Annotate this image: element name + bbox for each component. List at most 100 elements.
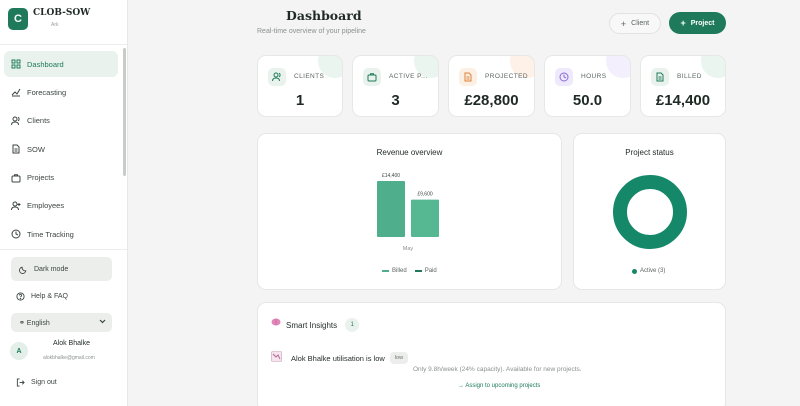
stat-card-hours[interactable]: HOURS 50.0 bbox=[544, 55, 631, 117]
help-link[interactable]: Help & FAQ bbox=[16, 292, 68, 301]
sidebar-item-label: Dashboard bbox=[27, 59, 64, 69]
insight-description: Only 9.8h/week (24% capacity). Available… bbox=[413, 366, 582, 373]
stat-label: HOURS bbox=[581, 73, 607, 80]
chevron-down-icon bbox=[99, 319, 106, 326]
sidebar-item-label: Employees bbox=[27, 201, 65, 211]
decorative-blob bbox=[606, 56, 630, 78]
stat-label: ACTIVE P... bbox=[389, 73, 428, 80]
legend-label: Paid bbox=[424, 268, 437, 274]
sidebar: C CLOB-SOW Ark Dashboard Forecasting Cli… bbox=[0, 0, 128, 406]
page-title: Dashboard bbox=[286, 8, 362, 23]
divider bbox=[0, 44, 127, 45]
stat-value: 3 bbox=[391, 92, 400, 109]
brain-icon bbox=[271, 318, 281, 328]
sidebar-scrollbar[interactable] bbox=[123, 48, 126, 176]
sidebar-item-employees[interactable]: Employees bbox=[4, 193, 118, 219]
add-client-label: Client bbox=[631, 20, 650, 27]
avatar: A bbox=[10, 342, 28, 360]
user-email: alokbhalke@gmail.com bbox=[43, 355, 95, 361]
project-status-panel: Project status Active (3) bbox=[573, 133, 726, 290]
sidebar-item-label: Forecasting bbox=[27, 87, 67, 97]
users-icon bbox=[268, 68, 286, 86]
add-project-button[interactable]: + Project bbox=[669, 12, 726, 34]
trend-icon bbox=[11, 87, 21, 97]
chart-icon bbox=[271, 349, 282, 367]
language-value: ⚭ English bbox=[19, 319, 50, 327]
stat-card-billed[interactable]: BILLED £14,400 bbox=[640, 55, 726, 117]
bar-billed[interactable] bbox=[377, 181, 405, 237]
moon-icon bbox=[19, 265, 28, 274]
brand[interactable]: C CLOB-SOW Ark bbox=[8, 8, 90, 30]
language-select[interactable]: ⚭ English bbox=[11, 313, 112, 332]
legend-swatch bbox=[414, 270, 422, 272]
sidebar-item-clients[interactable]: Clients bbox=[4, 108, 118, 134]
sidebar-item-projects[interactable]: Projects bbox=[4, 165, 118, 191]
plus-icon: + bbox=[620, 18, 627, 29]
bar-paid[interactable] bbox=[411, 199, 439, 237]
sidebar-item-sow[interactable]: SOW bbox=[4, 136, 118, 162]
brand-subtitle: Ark bbox=[51, 22, 59, 28]
sign-out-label: Sign out bbox=[31, 379, 57, 386]
stat-label: BILLED bbox=[677, 73, 702, 80]
sign-out-button[interactable]: Sign out bbox=[16, 378, 57, 387]
document-icon bbox=[651, 68, 669, 86]
sidebar-item-label: Clients bbox=[27, 116, 50, 126]
stat-value: £28,800 bbox=[464, 92, 519, 109]
sidebar-item-dashboard[interactable]: Dashboard bbox=[4, 51, 118, 77]
user-name: Alok Bhalke bbox=[53, 340, 90, 347]
data-label: £14,400 bbox=[382, 173, 400, 179]
sidebar-nav: Dashboard Forecasting Clients SOW Projec… bbox=[4, 51, 118, 250]
assign-projects-link[interactable]: → Assign to upcoming projects bbox=[458, 383, 540, 389]
stat-value: 1 bbox=[295, 92, 305, 109]
smart-insights-panel: Smart Insights 1 Alok Bhalke utilisation… bbox=[257, 302, 726, 406]
sidebar-item-time-tracking[interactable]: Time Tracking bbox=[4, 221, 118, 247]
stat-label: CLIENTS bbox=[294, 73, 325, 80]
stat-label: PROJECTED bbox=[485, 73, 528, 80]
brand-logo: C bbox=[8, 8, 28, 30]
legend-swatch bbox=[382, 270, 389, 272]
panel-title: Revenue overview bbox=[376, 148, 443, 157]
insight-tag: low bbox=[389, 352, 409, 364]
insight-title: Alok Bhalke utilisation is low bbox=[291, 353, 385, 363]
divider bbox=[0, 249, 127, 250]
chart-legend: Billed Paid bbox=[382, 268, 437, 274]
stat-card-clients[interactable]: CLIENTS 1 bbox=[257, 55, 343, 117]
legend-label: Billed bbox=[392, 268, 407, 274]
sidebar-item-label: Time Tracking bbox=[27, 229, 74, 239]
insight-item[interactable]: Alok Bhalke utilisation is low low bbox=[271, 349, 409, 367]
plus-icon: + bbox=[680, 18, 686, 28]
data-label: £9,600 bbox=[417, 192, 433, 198]
user-plus-icon bbox=[11, 201, 21, 211]
panel-title: Project status bbox=[625, 148, 674, 157]
dark-mode-toggle[interactable]: Dark mode bbox=[11, 257, 112, 281]
help-circle-icon bbox=[16, 292, 25, 301]
insights-header: Smart Insights 1 bbox=[271, 318, 360, 332]
user-profile[interactable]: A Alok Bhalke alokbhalke@gmail.com bbox=[10, 340, 95, 361]
clock-icon bbox=[11, 229, 21, 239]
sidebar-item-forecasting[interactable]: Forecasting bbox=[4, 79, 118, 105]
add-client-button[interactable]: + Client bbox=[609, 13, 661, 34]
stat-card-active-projects[interactable]: ACTIVE P... 3 bbox=[352, 55, 439, 117]
insights-title: Smart Insights bbox=[286, 320, 338, 330]
briefcase-icon bbox=[363, 68, 381, 86]
legend-label: Active (3) bbox=[640, 268, 666, 274]
stat-value: 50.0 bbox=[572, 92, 603, 109]
document-icon bbox=[11, 144, 21, 154]
clock-icon bbox=[555, 68, 573, 86]
logout-icon bbox=[16, 378, 25, 387]
decorative-blob bbox=[701, 56, 725, 78]
users-icon bbox=[11, 116, 21, 126]
briefcase-icon bbox=[11, 173, 21, 183]
stat-card-projected[interactable]: PROJECTED £28,800 bbox=[448, 55, 535, 117]
insights-count-badge: 1 bbox=[345, 318, 360, 332]
page-subtitle: Real-time overview of your pipeline bbox=[257, 28, 366, 35]
sidebar-item-label: Projects bbox=[27, 173, 55, 183]
sidebar-item-label: SOW bbox=[27, 144, 45, 154]
stat-value: £14,400 bbox=[655, 92, 711, 109]
status-chart bbox=[613, 175, 687, 249]
x-tick-label: May bbox=[403, 246, 414, 252]
brand-name: CLOB-SOW bbox=[33, 8, 91, 18]
donut-slice-active[interactable] bbox=[613, 175, 687, 249]
document-icon bbox=[459, 68, 477, 86]
grid-icon bbox=[11, 59, 21, 69]
